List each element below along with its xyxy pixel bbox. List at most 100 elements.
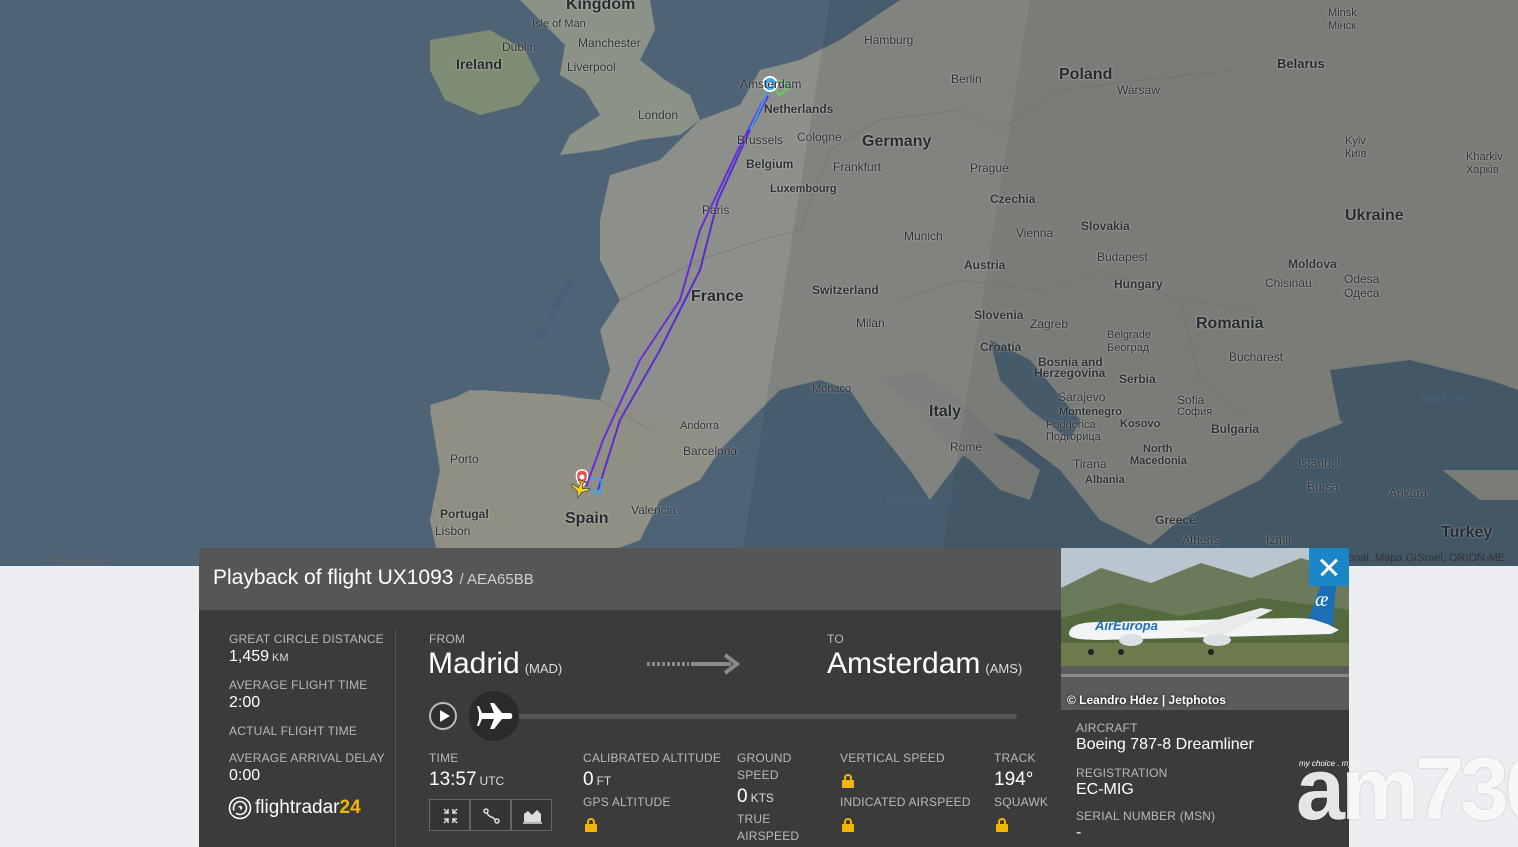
lock-icon[interactable]	[585, 818, 597, 832]
ground-speed-label: SPEED	[737, 768, 779, 782]
city-label: Barcelona	[683, 444, 738, 458]
city-label: North	[1143, 443, 1173, 455]
city-label: София	[1177, 406, 1213, 418]
lock-icon[interactable]	[996, 818, 1008, 832]
city-label: Istanbul	[1298, 456, 1341, 470]
playback-timeline[interactable]	[495, 714, 1017, 719]
lock-icon[interactable]	[842, 774, 854, 788]
city-label: Hungary	[1114, 277, 1163, 291]
city-label: Monaco	[812, 383, 852, 395]
country-label: Turkey	[1441, 524, 1493, 541]
registration-label: REGISTRATION	[1076, 766, 1168, 780]
logo-number: 24	[339, 797, 361, 818]
city-label: Montenegro	[1059, 406, 1122, 418]
city-label: Austria	[964, 258, 1006, 272]
flightradar24-logo[interactable]: flightradar 24	[228, 796, 361, 820]
city-label: Zagreb	[1030, 317, 1069, 331]
panel-subtitle: / AEA65BB	[459, 571, 534, 588]
play-button[interactable]	[429, 702, 457, 730]
time-value: 13:57 UTC	[429, 769, 505, 790]
city-label: Hamburg	[864, 33, 914, 47]
to-label: TO	[827, 632, 844, 646]
indicated-airspeed-label: INDICATED AIRSPEED	[840, 795, 971, 809]
route-button[interactable]	[470, 799, 511, 831]
destination-airport[interactable]: Amsterdam (AMS)	[827, 647, 1022, 681]
country-label: Belarus	[1277, 56, 1325, 71]
country-label: France	[691, 288, 744, 305]
playback-scrubber[interactable]	[469, 691, 519, 741]
city-label: İzmir	[1266, 533, 1292, 547]
city-label: Bulgaria	[1211, 422, 1260, 436]
city-label: Подгорица	[1046, 431, 1101, 443]
city-label: Berlin	[951, 72, 982, 86]
route-arrow-icon	[647, 653, 741, 675]
city-label: Brussels	[737, 133, 784, 147]
graph-button[interactable]	[511, 799, 552, 831]
city-label: Minsk	[1328, 7, 1357, 19]
actual-flight-time-label: ACTUAL FLIGHT TIME	[229, 724, 358, 738]
city-label: Budapest	[1097, 250, 1148, 264]
photo-credit[interactable]: © Leandro Hdez | Jetphotos	[1067, 693, 1226, 707]
map[interactable]: Kingdom Ireland Poland Belarus Germany U…	[0, 0, 1518, 566]
time-label: TIME	[429, 751, 459, 765]
map-corner-label: Ponta Delgada	[46, 555, 106, 565]
country-label: Ukraine	[1345, 207, 1404, 224]
country-label: Spain	[565, 510, 609, 527]
aircraft-photo-image: AirEuropa æ	[1061, 548, 1349, 710]
country-label: Poland	[1059, 66, 1113, 83]
city-label: Switzerland	[812, 283, 879, 297]
aircraft-type-value: Boeing 787-8 Dreamliner	[1076, 736, 1254, 753]
great-circle-value: 1,459 KM	[229, 648, 289, 665]
great-circle-label: GREAT CIRCLE DISTANCE	[229, 632, 384, 646]
ground-speed-label: GROUND	[737, 751, 792, 765]
city-label: Kosovo	[1120, 418, 1161, 430]
map-attribution[interactable]: onal, Mapa GISrael, ORION-ME	[1348, 552, 1505, 564]
tail-logo-icon: æ	[1315, 589, 1328, 611]
city-label: Moldova	[1288, 257, 1337, 271]
lock-icon[interactable]	[842, 818, 854, 832]
city-label: Frankfurt	[833, 160, 882, 174]
origin-airport[interactable]: Madrid (MAD)	[428, 647, 562, 681]
city-label: Athens	[1182, 533, 1220, 547]
city-label: Andorra	[680, 420, 720, 432]
close-button[interactable]	[1309, 548, 1349, 586]
route-icon	[483, 808, 500, 824]
city-label: Sarajevo	[1058, 390, 1106, 404]
city-label: Netherlands	[764, 102, 834, 116]
serial-number-value: -	[1076, 824, 1082, 841]
flight-playback-panel: Playback of flight UX1093 / AEA65BB GREAT…	[199, 548, 1061, 847]
panel-divider	[395, 630, 396, 847]
city-label: Luxembourg	[770, 183, 837, 195]
aircraft-photo[interactable]: AirEuropa æ © Leandro Hdez | Jetphotos	[1061, 548, 1349, 710]
city-label: Chisinau	[1265, 276, 1312, 290]
city-label: Odesa	[1344, 272, 1380, 286]
radar-logo-icon	[228, 796, 252, 820]
calibrated-altitude-value: 0 FT	[583, 769, 612, 790]
city-label: Slovakia	[1081, 219, 1130, 233]
chart-icon	[523, 810, 542, 824]
flight-stats: GREAT CIRCLE DISTANCE 1,459 KM AVERAGE FL…	[229, 632, 389, 785]
avg-flight-time-label: AVERAGE FLIGHT TIME	[229, 678, 368, 692]
avg-arrival-delay-label: AVERAGE ARRIVAL DELAY	[229, 751, 385, 765]
ground-speed-value: 0 KTS	[737, 786, 774, 807]
city-label: Czechia	[990, 192, 1036, 206]
fullscreen-button[interactable]	[429, 799, 470, 831]
city-label: Київ	[1345, 148, 1367, 160]
country-label: Germany	[862, 133, 932, 150]
country-label: Kingdom	[566, 0, 636, 13]
city-label: Cologne	[797, 130, 842, 144]
city-label: Lisbon	[435, 524, 471, 538]
city-label: Croatia	[980, 340, 1022, 354]
city-label: Bucharest	[1229, 350, 1284, 364]
avg-flight-time-value: 2:00	[229, 694, 261, 711]
avg-arrival-delay-value: 0:00	[229, 767, 261, 784]
watermark-tagline: my choice . my ...	[1299, 759, 1362, 768]
city-label: Београд	[1107, 342, 1150, 354]
city-label: Slovenia	[974, 308, 1024, 322]
city-label: Portugal	[440, 507, 489, 521]
true-airspeed-label: TRUE	[737, 812, 771, 826]
city-label: Albania	[1085, 474, 1125, 486]
city-label: Belgium	[746, 157, 794, 171]
registration-value: EC-MIG	[1076, 781, 1134, 798]
city-label: Herzegovina	[1034, 366, 1106, 380]
